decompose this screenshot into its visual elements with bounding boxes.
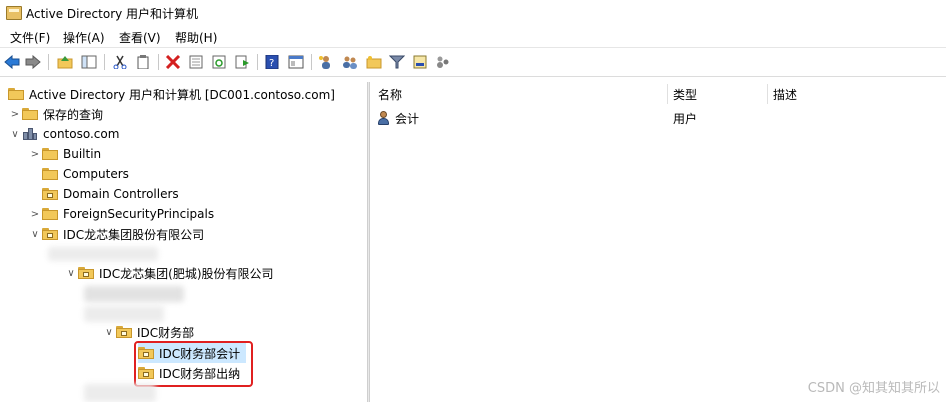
menu-bar: 文件(F) 操作(A) 查看(V) 帮助(H): [0, 26, 946, 46]
new-ou-icon[interactable]: [365, 53, 383, 71]
list-item-name: 会计: [395, 111, 420, 126]
highlight-box: [134, 341, 253, 387]
ou-icon: [42, 228, 58, 240]
chevron-down-icon[interactable]: ∨: [64, 268, 78, 279]
console-icon[interactable]: [287, 53, 305, 71]
pane-splitter[interactable]: [367, 82, 370, 402]
paste-icon[interactable]: [134, 53, 152, 71]
list-item-type: 用户: [673, 111, 698, 126]
chevron-right-icon[interactable]: >: [28, 209, 42, 220]
list-item[interactable]: 会计 用户: [377, 108, 937, 128]
tree-root[interactable]: Active Directory 用户和计算机 [DC001.contoso.c…: [8, 84, 335, 104]
tree-item-label: contoso.com: [43, 127, 120, 141]
tree-item-label: Builtin: [63, 147, 102, 161]
chevron-down-icon[interactable]: ∨: [102, 327, 116, 338]
delegate-icon[interactable]: [434, 53, 452, 71]
tree-item-label: IDC龙芯集团(肥城)股份有限公司: [99, 266, 274, 281]
folder-icon: [22, 108, 38, 120]
tree-item-saved-queries[interactable]: > 保存的查询: [8, 104, 103, 124]
tree-item-builtin[interactable]: > Builtin: [28, 144, 101, 164]
menu-view[interactable]: 查看(V): [119, 29, 161, 46]
tree-item-label: Computers: [63, 167, 129, 181]
tree-item-domain[interactable]: ∨ contoso.com: [8, 124, 119, 144]
folder-icon: [42, 208, 58, 220]
folder-icon: [42, 148, 58, 160]
window-title: Active Directory 用户和计算机: [26, 7, 199, 21]
toolbar: ?: [0, 47, 946, 77]
user-icon: [377, 110, 391, 126]
folder-icon: [8, 88, 24, 100]
app-icon: [6, 6, 22, 20]
tree-root-label: Active Directory 用户和计算机 [DC001.contoso.c…: [29, 87, 335, 102]
export-icon[interactable]: [233, 53, 251, 71]
folder-icon: [42, 168, 58, 180]
menu-action[interactable]: 操作(A): [63, 29, 105, 46]
title-bar: Active Directory 用户和计算机: [0, 0, 946, 26]
ou-icon: [78, 267, 94, 279]
domain-icon: [22, 127, 38, 141]
chevron-right-icon[interactable]: >: [28, 149, 42, 160]
chevron-right-icon[interactable]: >: [8, 109, 22, 120]
ou-icon: [116, 326, 132, 338]
watermark: CSDN @知其知其所以: [807, 381, 940, 396]
cut-icon[interactable]: [111, 53, 129, 71]
show-tree-icon[interactable]: [80, 53, 98, 71]
column-header-description[interactable]: 描述: [773, 86, 797, 103]
column-header-name[interactable]: 名称: [378, 86, 402, 103]
tree-item-label: IDC财务部: [137, 325, 195, 340]
tree-item-label: Domain Controllers: [63, 187, 179, 201]
properties-icon[interactable]: [187, 53, 205, 71]
new-user-icon[interactable]: [317, 53, 335, 71]
tree-item-label: IDC龙芯集团股份有限公司: [63, 227, 205, 242]
tree-item-fsp[interactable]: > ForeignSecurityPrincipals: [28, 204, 214, 224]
menu-help[interactable]: 帮助(H): [175, 29, 217, 46]
menu-file[interactable]: 文件(F): [10, 29, 50, 46]
tree-item-computers[interactable]: Computers: [42, 164, 129, 184]
redacted-region: [84, 306, 164, 322]
svg-text:?: ?: [269, 58, 274, 69]
column-header-type[interactable]: 类型: [673, 86, 697, 103]
filter-icon[interactable]: [388, 53, 406, 71]
up-folder-icon[interactable]: [56, 53, 74, 71]
details-pane: 名称 类型 描述 会计 用户: [371, 82, 946, 402]
new-group-icon[interactable]: [341, 53, 359, 71]
back-icon[interactable]: [3, 53, 21, 71]
delete-icon[interactable]: [164, 53, 182, 71]
redacted-region: [48, 247, 158, 261]
help-icon[interactable]: ?: [263, 53, 281, 71]
tree-item-label: ForeignSecurityPrincipals: [63, 207, 215, 221]
tree-item-label: 保存的查询: [43, 107, 104, 122]
tree-item-ou-finance[interactable]: ∨ IDC财务部: [102, 322, 194, 342]
tree-item-ou-group[interactable]: ∨ IDC龙芯集团股份有限公司: [28, 224, 204, 244]
redacted-region: [84, 286, 184, 302]
redacted-region: [84, 384, 156, 402]
tree-item-ou-hefei[interactable]: ∨ IDC龙芯集团(肥城)股份有限公司: [64, 263, 274, 283]
chevron-down-icon[interactable]: ∨: [28, 229, 42, 240]
find-icon[interactable]: [411, 53, 429, 71]
refresh-icon[interactable]: [210, 53, 228, 71]
console-tree: Active Directory 用户和计算机 [DC001.contoso.c…: [0, 82, 366, 402]
forward-icon[interactable]: [24, 53, 42, 71]
tree-item-domain-controllers[interactable]: Domain Controllers: [42, 184, 179, 204]
chevron-down-icon[interactable]: ∨: [8, 129, 22, 140]
ou-icon: [42, 188, 58, 200]
